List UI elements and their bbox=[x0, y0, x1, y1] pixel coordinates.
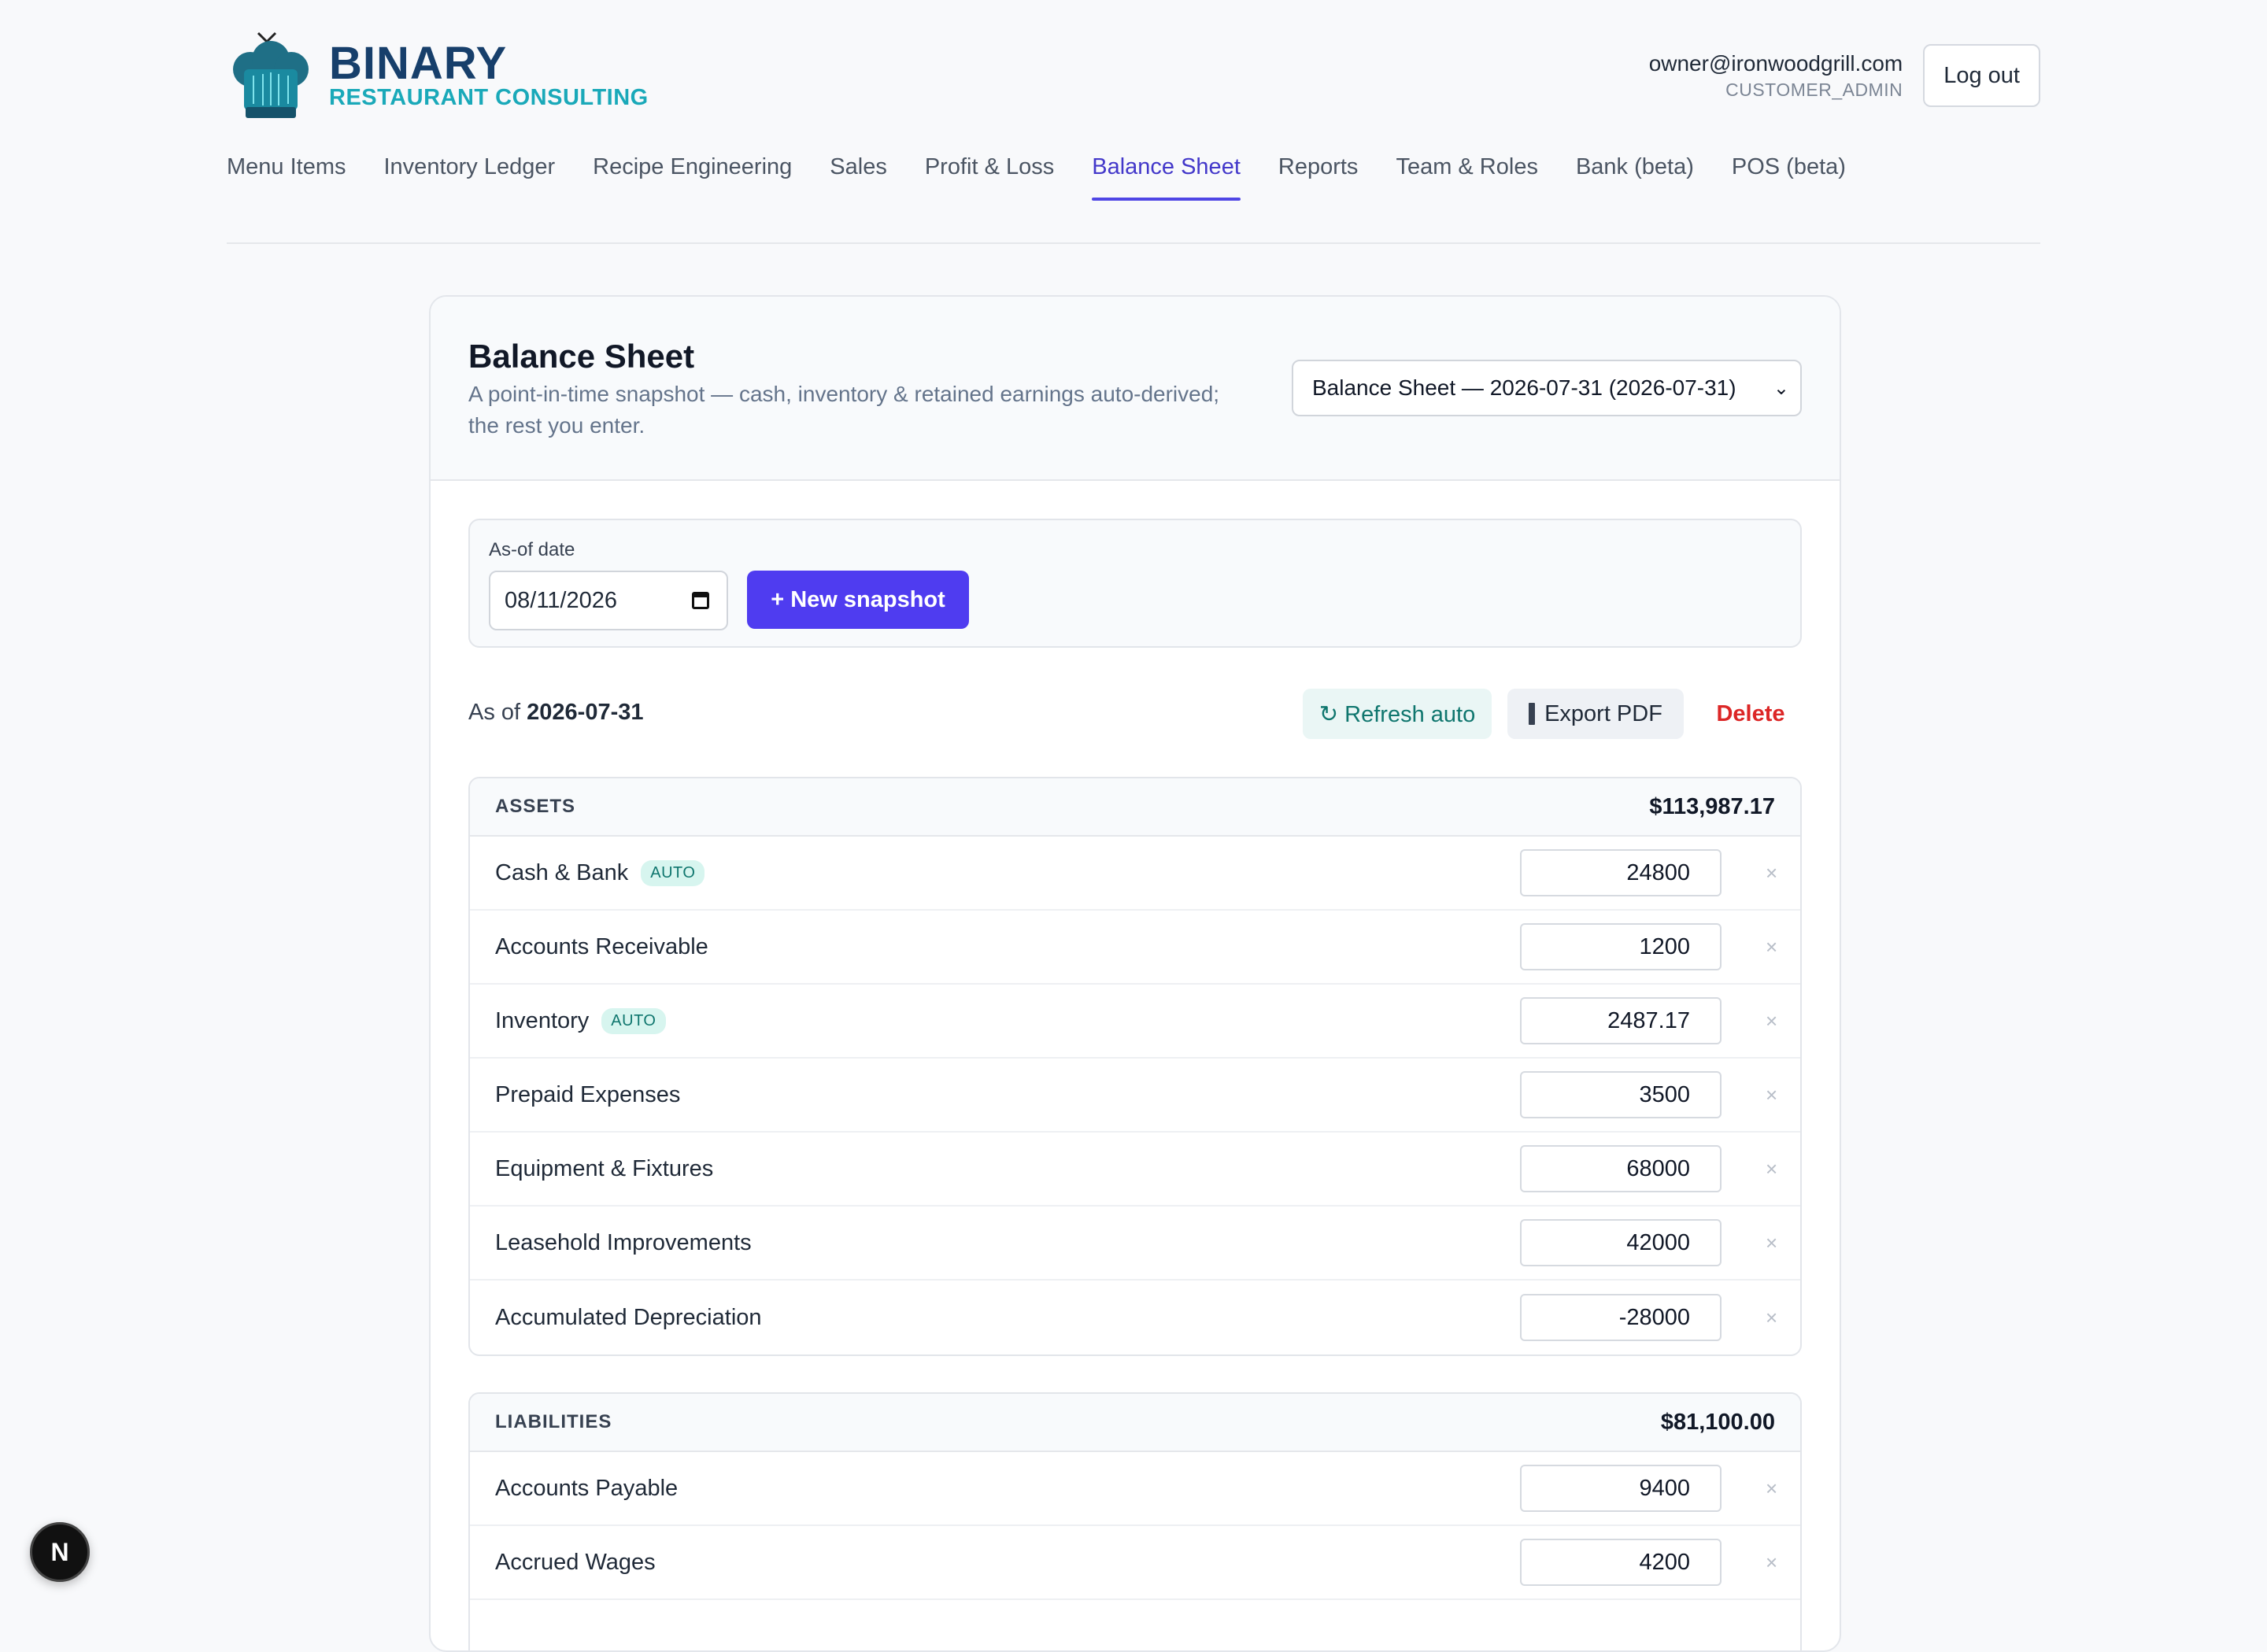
liabilities-label: LIABILITIES bbox=[495, 1411, 612, 1432]
page-description: A point-in-time snapshot — cash, invento… bbox=[468, 382, 1220, 438]
user-role: CUSTOMER_ADMIN bbox=[1725, 79, 1903, 100]
asof-date-label: As-of date bbox=[489, 539, 575, 560]
new-snapshot-panel: As-of date 08/11/2026 + New snapshot bbox=[468, 519, 1802, 648]
remove-icon[interactable]: × bbox=[1766, 1550, 1777, 1575]
table-row: Equipment & Fixtures 68000 × bbox=[470, 1133, 1800, 1207]
remove-icon[interactable]: × bbox=[1766, 1009, 1777, 1033]
amount-input[interactable]: 24800 bbox=[1520, 849, 1722, 896]
amount-input[interactable]: 42000 bbox=[1520, 1219, 1722, 1266]
remove-icon[interactable]: × bbox=[1766, 1231, 1777, 1255]
assets-section: ASSETS $113,987.17 Cash & Bank AUTO 2480… bbox=[468, 777, 1802, 1356]
liabilities-total: $81,100.00 bbox=[1660, 1409, 1775, 1435]
nav-bank[interactable]: Bank (beta) bbox=[1576, 154, 1694, 199]
nav-balance-sheet[interactable]: Balance Sheet bbox=[1092, 154, 1241, 201]
remove-icon[interactable]: × bbox=[1766, 1083, 1777, 1107]
logout-button[interactable]: Log out bbox=[1923, 44, 2040, 107]
row-label: Accrued Wages bbox=[495, 1549, 656, 1575]
balance-sheet-card: Balance Sheet A point-in-time snapshot —… bbox=[429, 295, 1841, 1652]
auto-badge: AUTO bbox=[641, 859, 705, 886]
asof-date-value: 08/11/2026 bbox=[505, 587, 617, 613]
amount-input[interactable]: 4200 bbox=[1520, 1539, 1722, 1586]
liabilities-header: LIABILITIES $81,100.00 bbox=[470, 1394, 1800, 1452]
row-label: Cash & Bank bbox=[495, 859, 629, 885]
liabilities-section: LIABILITIES $81,100.00 Accounts Payable … bbox=[468, 1392, 1802, 1650]
brand-name: BINARY bbox=[329, 38, 508, 89]
assets-header: ASSETS $113,987.17 bbox=[470, 778, 1800, 837]
amount-input[interactable]: 1200 bbox=[1520, 923, 1722, 970]
asof-date: 2026-07-31 bbox=[527, 700, 644, 725]
nav-menu-items[interactable]: Menu Items bbox=[227, 154, 346, 199]
nav-recipe-engineering[interactable]: Recipe Engineering bbox=[593, 154, 792, 199]
user-email: owner@ironwoodgrill.com bbox=[1648, 51, 1903, 76]
chef-hat-logo-icon bbox=[233, 31, 309, 118]
snapshot-select-value: Balance Sheet — 2026-07-31 (2026-07-31) bbox=[1312, 375, 1736, 400]
remove-icon[interactable]: × bbox=[1766, 1306, 1777, 1330]
row-label: Inventory bbox=[495, 1007, 590, 1033]
brand-subtitle: RESTAURANT CONSULTING bbox=[329, 85, 649, 110]
asof-date-input[interactable]: 08/11/2026 bbox=[489, 571, 728, 630]
nav-profit-loss[interactable]: Profit & Loss bbox=[925, 154, 1054, 199]
asof-line: As of 2026-07-31 bbox=[468, 700, 644, 726]
nav-reports[interactable]: Reports bbox=[1278, 154, 1359, 199]
nav-inventory-ledger[interactable]: Inventory Ledger bbox=[384, 154, 556, 199]
remove-icon[interactable]: × bbox=[1766, 1157, 1777, 1181]
amount-input[interactable]: 68000 bbox=[1520, 1145, 1722, 1192]
row-label: Leasehold Improvements bbox=[495, 1229, 752, 1255]
table-row: Accrued Wages 4200 × bbox=[470, 1526, 1800, 1600]
table-row: Leasehold Improvements 42000 × bbox=[470, 1207, 1800, 1281]
row-label: Equipment & Fixtures bbox=[495, 1155, 714, 1181]
main-nav: Menu Items Inventory Ledger Recipe Engin… bbox=[227, 154, 1884, 201]
user-menu: owner@ironwoodgrill.com CUSTOMER_ADMIN L… bbox=[1649, 44, 2040, 107]
row-label: Accounts Payable bbox=[495, 1475, 679, 1501]
card-header: Balance Sheet A point-in-time snapshot —… bbox=[431, 297, 1840, 481]
page-title: Balance Sheet bbox=[468, 338, 695, 375]
assets-total: $113,987.17 bbox=[1649, 793, 1775, 819]
table-row: Accumulated Depreciation -28000 × bbox=[470, 1281, 1800, 1354]
delete-button[interactable]: Delete bbox=[1699, 689, 1802, 739]
remove-icon[interactable]: × bbox=[1766, 861, 1777, 885]
new-snapshot-button[interactable]: + New snapshot bbox=[747, 571, 969, 629]
export-pdf-button[interactable]: Export PDF bbox=[1507, 689, 1684, 739]
nav-divider bbox=[227, 242, 2040, 244]
assets-label: ASSETS bbox=[495, 796, 576, 817]
amount-input[interactable]: -28000 bbox=[1520, 1294, 1722, 1341]
table-row: Cash & Bank AUTO 24800 × bbox=[470, 837, 1800, 911]
calendar-icon[interactable] bbox=[692, 592, 709, 609]
row-label: Accounts Receivable bbox=[495, 933, 708, 959]
amount-input[interactable]: 9400 bbox=[1520, 1465, 1722, 1512]
auto-badge: AUTO bbox=[601, 1007, 666, 1034]
dev-tools-button[interactable]: N bbox=[30, 1522, 90, 1582]
table-row: Accounts Payable 9400 × bbox=[470, 1452, 1800, 1526]
table-row: Prepaid Expenses 3500 × bbox=[470, 1059, 1800, 1133]
nav-team-roles[interactable]: Team & Roles bbox=[1396, 154, 1538, 199]
table-row: Accounts Receivable 1200 × bbox=[470, 911, 1800, 985]
nav-pos[interactable]: POS (beta) bbox=[1732, 154, 1846, 199]
amount-input[interactable]: 3500 bbox=[1520, 1071, 1722, 1118]
document-icon bbox=[1529, 703, 1536, 725]
table-row: Inventory AUTO 2487.17 × bbox=[470, 985, 1800, 1059]
export-pdf-label: Export PDF bbox=[1544, 700, 1662, 726]
remove-icon[interactable]: × bbox=[1766, 935, 1777, 959]
asof-prefix: As of bbox=[468, 700, 521, 725]
snapshot-select[interactable]: Balance Sheet — 2026-07-31 (2026-07-31) … bbox=[1292, 360, 1802, 416]
table-row bbox=[470, 1600, 1800, 1650]
chevron-down-icon: ⌄ bbox=[1773, 377, 1789, 399]
remove-icon[interactable]: × bbox=[1766, 1476, 1777, 1501]
row-label: Accumulated Depreciation bbox=[495, 1304, 762, 1330]
nav-sales[interactable]: Sales bbox=[830, 154, 887, 199]
brand[interactable]: BINARY RESTAURANT CONSULTING bbox=[227, 28, 649, 123]
refresh-auto-button[interactable]: ↻ Refresh auto bbox=[1303, 689, 1492, 739]
row-label: Prepaid Expenses bbox=[495, 1081, 681, 1107]
amount-input[interactable]: 2487.17 bbox=[1520, 997, 1722, 1044]
